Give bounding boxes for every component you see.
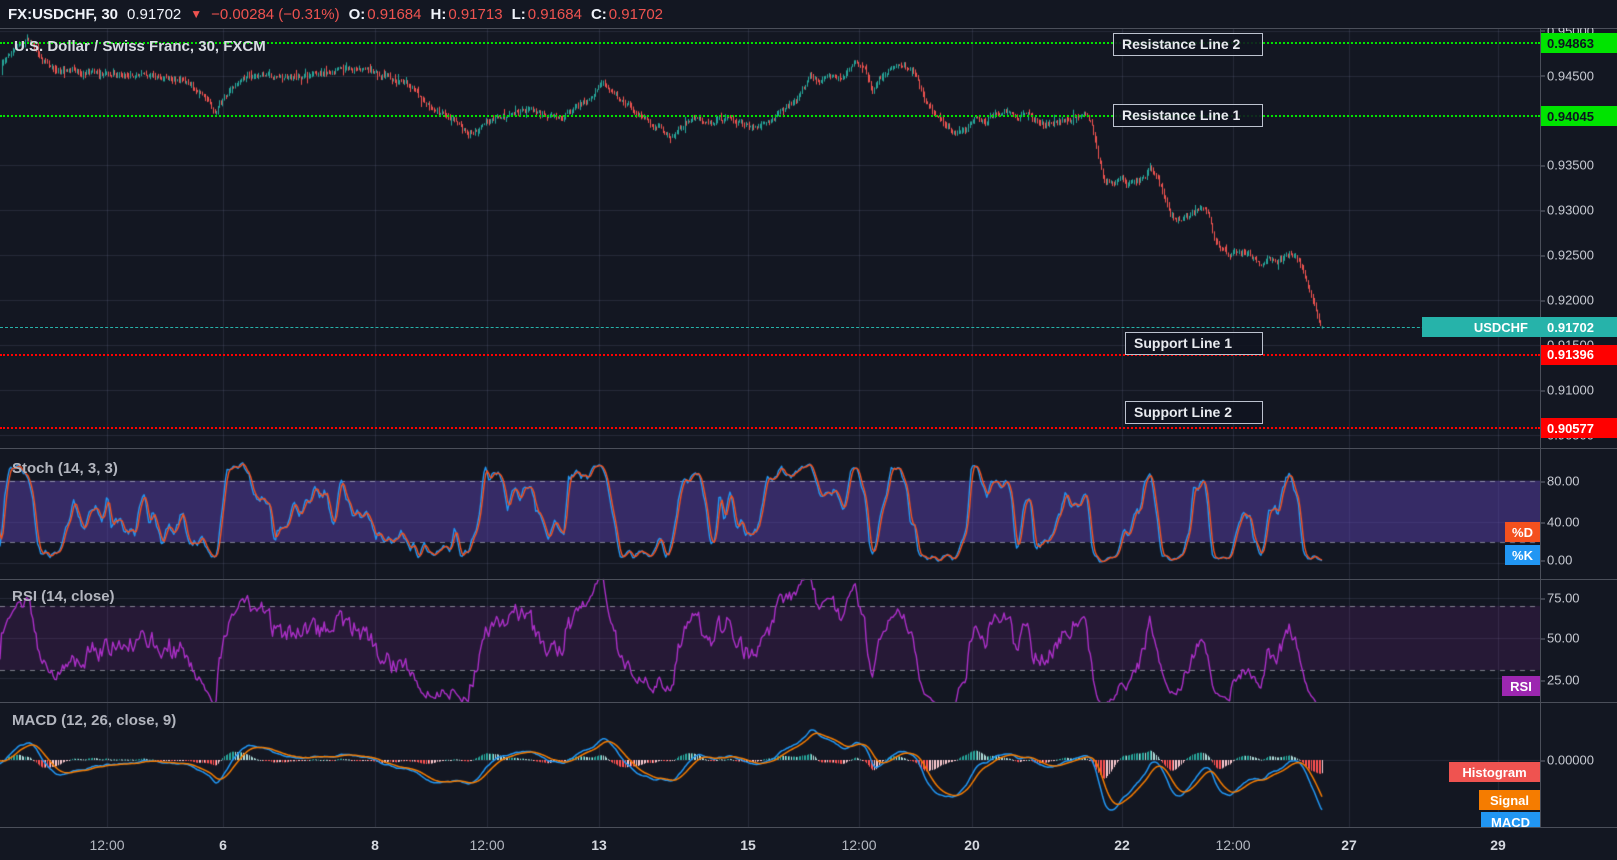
time-axis[interactable]: 12:00 6 8 12:00 13 15 12:00 20 22 12:00 27 29 — [0, 827, 1617, 860]
indicator-tick-0.00000: 0.00000 — [1540, 752, 1594, 768]
stoch-panel-title[interactable]: Stoch (14, 3, 3) — [12, 460, 118, 477]
support-line-1-line[interactable] — [0, 353, 1540, 356]
support-line-1-label[interactable]: Support Line 1 — [1125, 332, 1263, 355]
panel-divider-stoch[interactable] — [0, 448, 1617, 449]
histogram-badge: Histogram — [1449, 762, 1540, 782]
high-value: H: 0.91713 — [430, 5, 503, 23]
current-price-line — [0, 327, 1540, 328]
signal-badge: Signal — [1479, 790, 1540, 810]
main-chart-title: U.S. Dollar / Swiss Franc, 30, FXCM — [14, 38, 266, 55]
time-label-8: 8 — [371, 837, 379, 853]
support-line-1-price-badge: 0.91396 — [1540, 344, 1617, 365]
indicator-tick-50.00: 50.00 — [1540, 630, 1580, 646]
time-label-22: 22 — [1114, 837, 1130, 853]
time-label-20: 20 — [964, 837, 980, 853]
time-label-13: 13 — [591, 837, 607, 853]
rsi-panel-title[interactable]: RSI (14, close) — [12, 588, 115, 605]
resistance-line-1-label[interactable]: Resistance Line 1 — [1113, 104, 1263, 127]
symbol-header: FX:USDCHF, 30 0.91702 ▼ −0.00284 (−0.31%… — [0, 0, 1617, 28]
time-label-29: 29 — [1490, 837, 1506, 853]
price-tick-0.91000: 0.91000 — [1540, 382, 1594, 398]
time-label-1200: 12:00 — [841, 837, 877, 853]
pct-k-badge: %K — [1505, 545, 1540, 565]
panel-divider-rsi[interactable] — [0, 579, 1617, 580]
macd-panel-title[interactable]: MACD (12, 26, close, 9) — [12, 712, 176, 729]
current-price-value: 0.91702 — [1547, 319, 1594, 335]
resistance-line-2-label[interactable]: Resistance Line 2 — [1113, 33, 1263, 56]
support-line-2-line[interactable] — [0, 427, 1540, 430]
pct-d-badge: %D — [1505, 522, 1540, 542]
rsi-badge: RSI — [1502, 676, 1540, 696]
indicator-tick-25.00: 25.00 — [1540, 672, 1580, 688]
symbol-title[interactable]: FX:USDCHF, 30 — [8, 6, 118, 23]
down-arrow-icon: ▼ — [190, 7, 203, 21]
indicator-tick-75.00: 75.00 — [1540, 590, 1580, 606]
open-value: O: 0.91684 — [348, 5, 422, 23]
price-change: −0.00284 (−0.31%) — [211, 5, 340, 23]
support-line-2-price-badge: 0.90577 — [1540, 418, 1617, 439]
price-tick-0.93500: 0.93500 — [1540, 157, 1594, 173]
close-value: C: 0.91702 — [590, 5, 664, 23]
price-axis-separator — [1540, 28, 1541, 860]
current-price-badge: USDCHF 0.91702 — [1422, 317, 1617, 337]
resistance-line-1-line[interactable] — [0, 115, 1540, 118]
indicator-tick-0.00: 0.00 — [1540, 552, 1573, 568]
panel-divider-top — [0, 28, 1617, 29]
chart-plot-area: Resistance Line 2 Resistance Line 1 Suppor… — [0, 28, 1540, 832]
price-tick-0.93000: 0.93000 — [1540, 202, 1594, 218]
time-label-1200: 12:00 — [1215, 837, 1251, 853]
time-label-27: 27 — [1341, 837, 1357, 853]
last-price: 0.91702 — [127, 5, 182, 23]
price-axis[interactable]: 0.950000.945000.935000.930000.925000.920… — [1540, 28, 1617, 827]
time-label-15: 15 — [740, 837, 756, 853]
time-label-1200: 12:00 — [469, 837, 505, 853]
time-label-6: 6 — [219, 837, 227, 853]
price-tick-0.92000: 0.92000 — [1540, 292, 1594, 308]
panel-divider-macd[interactable] — [0, 702, 1617, 703]
price-tick-0.92500: 0.92500 — [1540, 247, 1594, 263]
support-line-2-label[interactable]: Support Line 2 — [1125, 401, 1263, 424]
resistance-line-2-price-badge: 0.94863 — [1540, 33, 1617, 53]
tradingview-chart-app: FX:USDCHF, 30 0.91702 ▼ −0.00284 (−0.31%… — [0, 0, 1617, 860]
resistance-line-1-price-badge: 0.94045 — [1540, 106, 1617, 127]
indicator-tick-80.00: 80.00 — [1540, 473, 1580, 489]
indicator-tick-40.00: 40.00 — [1540, 514, 1580, 530]
current-symbol-label: USDCHF — [1473, 319, 1528, 335]
low-value: L: 0.91684 — [511, 5, 582, 23]
time-label-1200: 12:00 — [89, 837, 125, 853]
price-tick-0.94500: 0.94500 — [1540, 68, 1594, 84]
